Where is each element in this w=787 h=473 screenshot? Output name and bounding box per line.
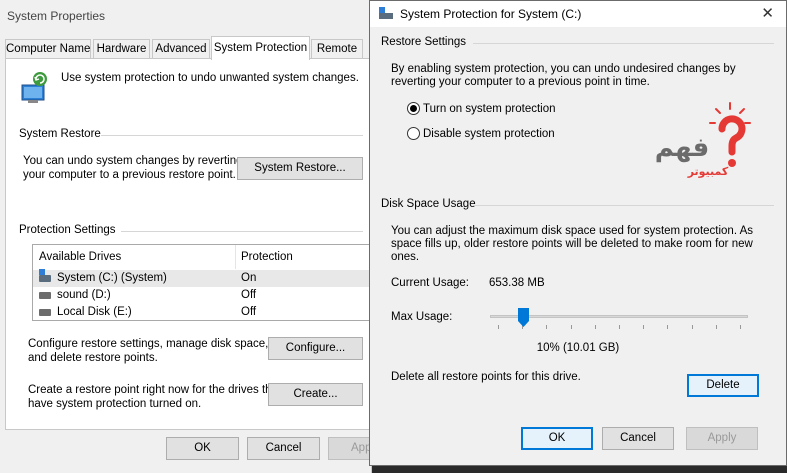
slider-tick <box>667 325 669 329</box>
radio-turn-on[interactable] <box>407 102 420 115</box>
disk-space-group-label: Disk Space Usage <box>381 198 476 210</box>
tab-remote[interactable]: Remote <box>311 39 363 59</box>
drive-row-c[interactable]: System (C:) (System) On <box>33 269 369 287</box>
system-restore-group-label: System Restore <box>19 128 101 140</box>
ok-button[interactable]: OK <box>521 427 593 450</box>
disk-space-description-3: ones. <box>391 251 420 263</box>
drive-row-e[interactable]: Local Disk (E:) Off <box>33 304 369 321</box>
radio-disable-label[interactable]: Disable system protection <box>423 127 555 141</box>
logo-text-top: فهم <box>655 133 710 163</box>
slider-tick <box>643 325 645 329</box>
drive-name: Local Disk (E:) <box>57 306 132 318</box>
drive-name: System (C:) (System) <box>57 272 167 284</box>
delete-description: Delete all restore points for this drive… <box>391 371 581 383</box>
drive-icon <box>39 309 51 316</box>
system-protection-page: Use system protection to undo unwanted s… <box>5 58 370 430</box>
drives-list[interactable]: Available Drives Protection System (C:) … <box>32 244 370 321</box>
slider-tick <box>594 325 596 329</box>
tab-hardware[interactable]: Hardware <box>93 39 150 59</box>
restore-settings-description-2: reverting your computer to a previous po… <box>391 76 650 88</box>
close-icon[interactable]: ✕ <box>761 4 774 22</box>
max-usage-value: 10% (10.01 GB) <box>536 342 620 354</box>
logo-text-bottom: كمبيوتر <box>687 165 729 178</box>
slider-tick <box>546 325 548 329</box>
disk-space-description-2: space fills up, older restore points wil… <box>391 238 753 250</box>
system-drive-icon <box>39 269 51 282</box>
slider-tick <box>740 325 741 329</box>
slider-tick <box>715 325 717 329</box>
disk-space-description-1: You can adjust the maximum disk space us… <box>391 225 754 237</box>
slider-tick <box>570 325 572 329</box>
column-header-protection[interactable]: Protection <box>241 245 293 269</box>
radio-turn-on-label[interactable]: Turn on system protection <box>423 102 556 116</box>
ok-button[interactable]: OK <box>166 437 239 460</box>
apply-button[interactable]: Apply <box>686 427 758 450</box>
tab-system-protection[interactable]: System Protection <box>211 36 310 60</box>
drive-protection: Off <box>241 289 257 301</box>
drive-icon <box>39 292 51 299</box>
watermark-logo: فهم كمبيوتر <box>655 102 751 178</box>
drive-row-d[interactable]: sound (D:) Off <box>33 287 369 304</box>
divider <box>473 205 774 206</box>
intro-text: Use system protection to undo unwanted s… <box>61 72 359 84</box>
window-title: System Properties <box>7 9 106 23</box>
system-restore-description-2: your computer to a previous restore poin… <box>23 169 236 181</box>
system-restore-description-1: You can undo system changes by reverting <box>23 155 243 167</box>
system-protection-dialog: System Protection for System (C:) ✕ Rest… <box>369 0 787 466</box>
current-usage-value: 653.38 MB <box>489 277 545 289</box>
divider <box>101 135 363 136</box>
cancel-button[interactable]: Cancel <box>247 437 320 460</box>
tab-computer-name[interactable]: Computer Name <box>5 39 91 59</box>
configure-button[interactable]: Configure... <box>268 337 363 360</box>
system-protection-icon <box>21 72 47 103</box>
drive-name: sound (D:) <box>57 289 111 301</box>
system-drive-icon <box>379 7 393 19</box>
divider <box>121 231 363 232</box>
column-header-available-drives[interactable]: Available Drives <box>39 245 121 269</box>
slider-tick <box>498 325 499 329</box>
max-usage-slider-thumb[interactable] <box>518 308 530 327</box>
create-description-2: have system protection turned on. <box>28 398 202 410</box>
radio-disable[interactable] <box>407 127 420 140</box>
restore-settings-description-1: By enabling system protection, you can u… <box>391 63 736 75</box>
system-properties-window: System Properties Computer Name Hardware… <box>0 0 401 473</box>
delete-button[interactable]: Delete <box>687 374 759 397</box>
dialog-titlebar: System Protection for System (C:) ✕ <box>370 1 786 27</box>
drive-protection: On <box>241 272 257 284</box>
create-button[interactable]: Create... <box>268 383 363 406</box>
tab-advanced[interactable]: Advanced <box>152 39 210 59</box>
divider <box>473 43 774 44</box>
protection-settings-group-label: Protection Settings <box>19 224 116 236</box>
column-separator <box>235 245 236 269</box>
slider-tick <box>619 325 620 329</box>
slider-tick <box>691 325 693 329</box>
dialog-title: System Protection for System (C:) <box>400 7 582 21</box>
configure-description-2: and delete restore points. <box>28 352 158 364</box>
create-description-1: Create a restore point right now for the… <box>28 384 282 396</box>
configure-description-1: Configure restore settings, manage disk … <box>28 338 269 350</box>
current-usage-label: Current Usage: <box>391 277 469 289</box>
system-restore-button[interactable]: System Restore... <box>237 157 363 180</box>
drive-protection: Off <box>241 306 257 318</box>
restore-settings-group-label: Restore Settings <box>381 36 467 48</box>
cancel-button[interactable]: Cancel <box>602 427 674 450</box>
max-usage-label: Max Usage: <box>391 311 453 323</box>
